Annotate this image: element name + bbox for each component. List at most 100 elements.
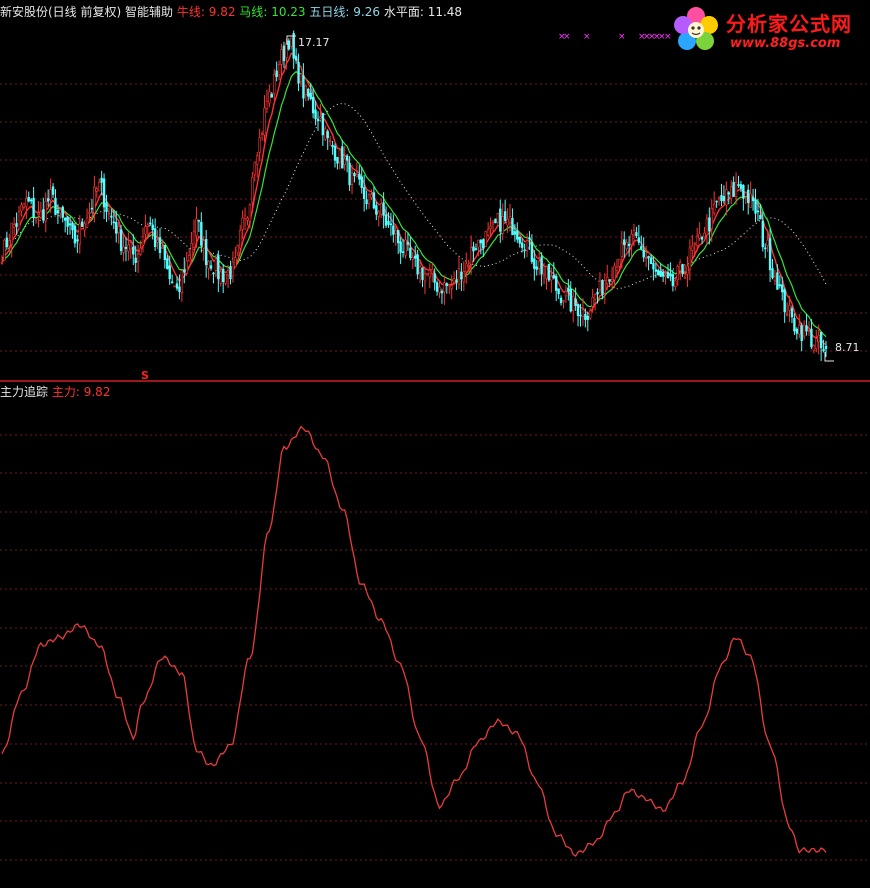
candle-body <box>761 220 765 248</box>
candle-body <box>664 275 667 277</box>
candle-body <box>119 229 123 252</box>
candle-body <box>751 197 755 202</box>
candle-body <box>768 238 772 271</box>
candle-body <box>217 255 220 280</box>
legend-level-value: 11.48 <box>427 5 463 19</box>
ma-line-maxian <box>1 70 827 338</box>
candle-body <box>550 276 553 281</box>
candle-body <box>8 240 11 247</box>
candle-body <box>569 289 572 312</box>
candle-body <box>533 258 536 269</box>
candle-body <box>513 231 517 235</box>
candle-body <box>591 297 594 307</box>
candle-body <box>197 220 201 222</box>
signal-x-marker: × <box>583 32 591 42</box>
candle-body <box>258 137 261 153</box>
candle-body <box>744 192 747 197</box>
candle-body <box>807 330 811 332</box>
candle-body <box>759 215 762 220</box>
candle-body <box>88 212 91 215</box>
candle-body <box>256 155 259 165</box>
candle-body <box>102 178 106 208</box>
candle-body <box>747 189 750 204</box>
candle-body <box>105 202 108 212</box>
candle-body <box>46 198 50 202</box>
candle-body <box>326 131 329 139</box>
candle-body <box>606 276 609 284</box>
candle-body <box>51 186 55 195</box>
legend-ma-value: 10.23 <box>271 5 306 19</box>
candle-body <box>183 269 186 273</box>
candle-body <box>241 217 244 230</box>
candle-body <box>790 308 794 318</box>
candle-body <box>632 230 636 236</box>
candle-body <box>214 258 218 271</box>
candle-body <box>251 177 254 203</box>
candle-body <box>661 271 665 277</box>
candle-body <box>506 218 509 226</box>
candle-body <box>477 239 480 248</box>
candle-body <box>299 73 303 82</box>
bottom-panel-header: 主力追踪 主力: 9.82 <box>0 385 111 399</box>
candle-body <box>567 287 570 292</box>
chart-canvas: ×× × × ×××××× 17.17 8.71 S <box>0 30 870 861</box>
candle-body <box>559 297 563 304</box>
candle-body <box>409 247 412 258</box>
candle-body <box>455 280 458 283</box>
candle-body <box>540 256 543 275</box>
candle-body <box>499 208 502 232</box>
candle-body <box>5 237 9 248</box>
candle-body <box>321 113 325 136</box>
candle-body <box>732 181 735 197</box>
candle-body <box>389 223 393 226</box>
candle-body <box>185 260 188 274</box>
candle-body <box>370 194 373 198</box>
candle-body <box>95 188 98 192</box>
candle-body <box>610 278 614 283</box>
candle-body <box>173 285 176 288</box>
candle-body <box>156 239 159 243</box>
candle-body <box>231 261 235 277</box>
candle-body <box>627 243 631 247</box>
candle-body <box>778 284 782 287</box>
legend-ma5-name: 五日线 <box>309 5 346 19</box>
candle-body <box>90 207 94 210</box>
signal-markers: ×× × × ×××××× <box>558 32 672 42</box>
candle-body <box>528 237 531 240</box>
candle-body <box>384 214 388 226</box>
grid-lines <box>0 83 870 861</box>
candle-body <box>727 192 730 195</box>
candle-body <box>168 265 171 280</box>
candle-body <box>319 116 322 119</box>
candle-body <box>112 221 116 224</box>
candle-body <box>265 100 269 109</box>
candle-body <box>195 218 198 237</box>
candle-body <box>620 242 624 257</box>
candle-body <box>489 226 492 229</box>
candle-body <box>625 241 628 250</box>
candle-body <box>725 189 728 206</box>
candle-body <box>166 258 169 270</box>
candle-body <box>117 225 120 234</box>
candle-body <box>771 268 774 278</box>
candle-body <box>273 74 276 94</box>
candle-body <box>584 314 587 320</box>
candle-body <box>450 285 453 289</box>
candle-body <box>443 282 446 293</box>
candle-body <box>630 233 633 245</box>
candle-body <box>428 269 431 278</box>
candle-body <box>805 325 808 332</box>
candle-body <box>586 315 589 320</box>
candle-body <box>358 173 361 180</box>
candle-body <box>537 260 541 269</box>
candle-body <box>382 202 385 216</box>
candle-body <box>61 206 64 218</box>
candle-body <box>637 237 641 243</box>
candle-body <box>793 318 796 332</box>
candle-body <box>333 145 337 161</box>
candle-body <box>457 268 461 285</box>
candle-body <box>229 266 232 280</box>
candle-body <box>815 338 818 349</box>
candle-body <box>686 265 689 275</box>
candle-body <box>302 75 305 99</box>
